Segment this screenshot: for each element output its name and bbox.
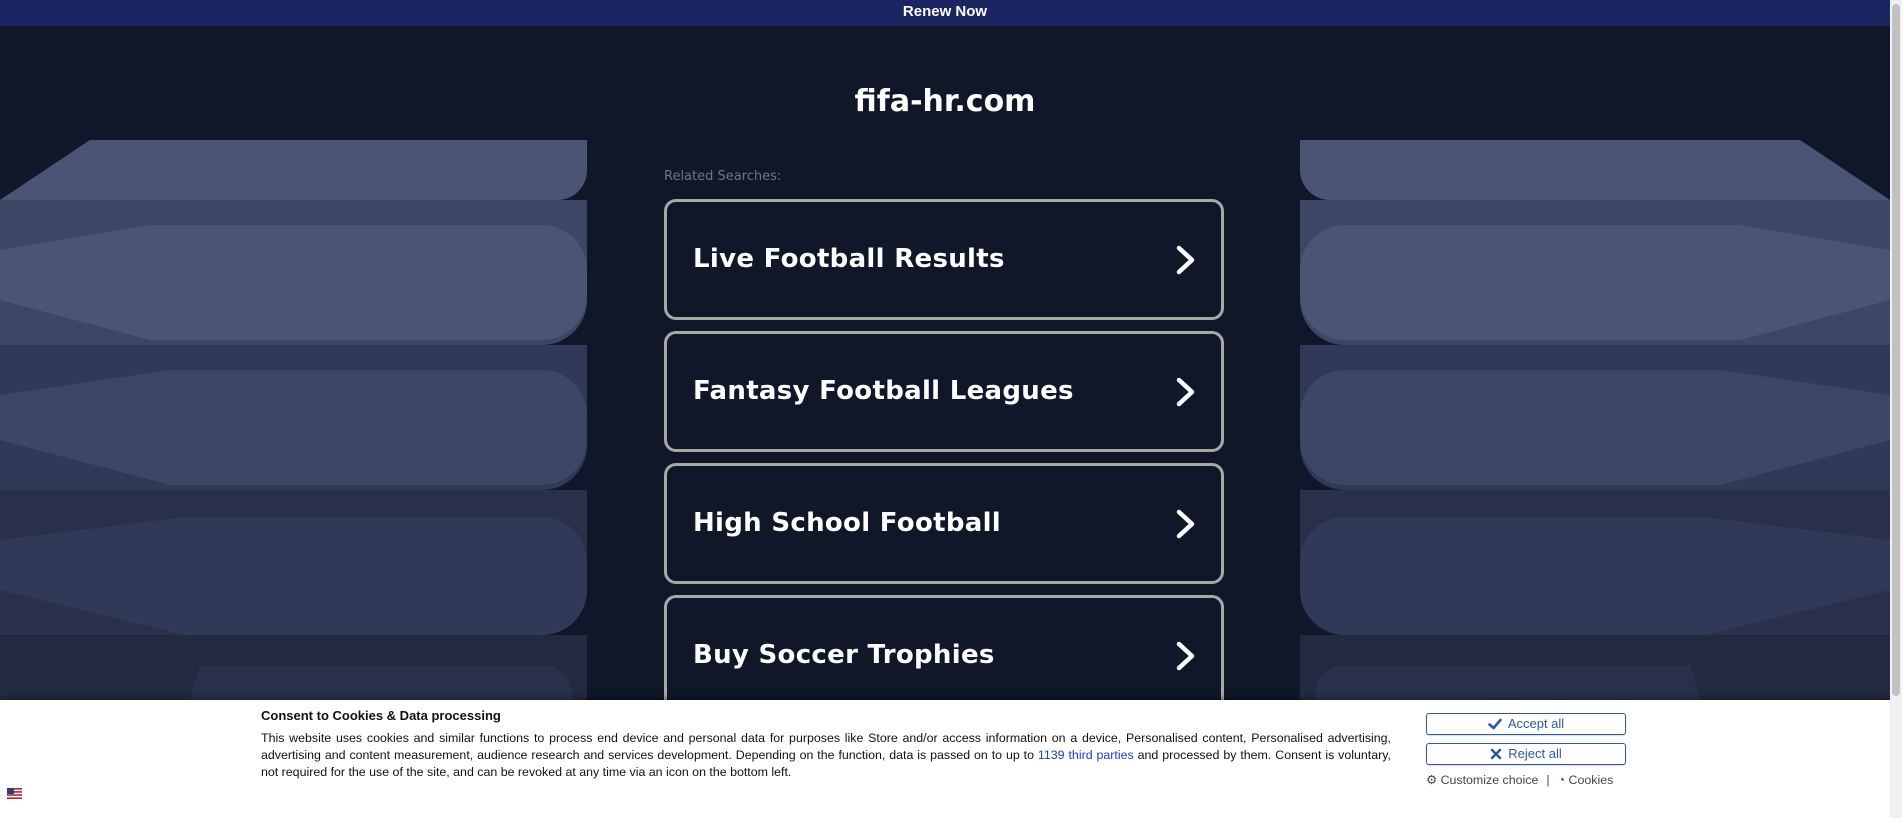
search-link-label: High School Football [693, 508, 1002, 538]
close-icon [1490, 748, 1502, 760]
search-link-high-school-football[interactable]: High School Football [664, 463, 1224, 584]
chevron-right-icon [1176, 641, 1195, 671]
vertical-scrollbar[interactable] [1890, 0, 1902, 818]
reject-all-label: Reject all [1508, 746, 1562, 761]
third-parties-link[interactable]: 1139 third parties [1038, 748, 1134, 762]
scrollbar-thumb[interactable] [1892, 4, 1900, 696]
accept-all-button[interactable]: Accept all [1426, 713, 1626, 735]
customize-choice-link[interactable]: ⚙ Customize choice [1426, 773, 1538, 787]
cookies-link[interactable]: ◔ Cookies [1558, 773, 1614, 787]
related-searches-label: Related Searches: [664, 169, 782, 184]
consent-links: ⚙ Customize choice | ◔ Cookies [1426, 772, 1613, 788]
chevron-right-icon [1176, 377, 1195, 407]
accept-all-label: Accept all [1507, 716, 1565, 731]
chevron-right-icon [1176, 509, 1195, 539]
renew-now-link[interactable]: Renew Now [0, 0, 1890, 26]
search-link-buy-soccer-trophies[interactable]: Buy Soccer Trophies [664, 595, 1224, 716]
consent-title: Consent to Cookies & Data processing [261, 708, 501, 723]
page: Renew Now fifa-hr.com Related Searches: … [0, 0, 1890, 818]
chevron-right-icon [1176, 245, 1195, 275]
search-link-label: Buy Soccer Trophies [693, 640, 995, 670]
consent-text: This website uses cookies and similar fu… [261, 730, 1391, 781]
domain-title: fifa-hr.com [854, 84, 1036, 119]
search-link-label: Fantasy Football Leagues [693, 376, 1074, 406]
search-link-fantasy-football-leagues[interactable]: Fantasy Football Leagues [664, 331, 1224, 452]
cookie-consent-banner: Consent to Cookies & Data processing Thi… [0, 700, 1890, 818]
search-link-live-football-results[interactable]: Live Football Results [664, 199, 1224, 320]
customize-choice-label: Customize choice [1440, 773, 1539, 787]
check-icon [1488, 718, 1502, 730]
cookies-label: Cookies [1568, 773, 1614, 787]
renew-now-label: Renew Now [902, 3, 988, 20]
search-link-label: Live Football Results [693, 244, 1005, 274]
reject-all-button[interactable]: Reject all [1426, 743, 1626, 765]
links-separator: | [1546, 773, 1550, 787]
cookie-icon: ◔ [1557, 773, 1566, 787]
us-flag-icon[interactable] [7, 788, 22, 799]
gear-icon: ⚙ [1426, 773, 1438, 787]
